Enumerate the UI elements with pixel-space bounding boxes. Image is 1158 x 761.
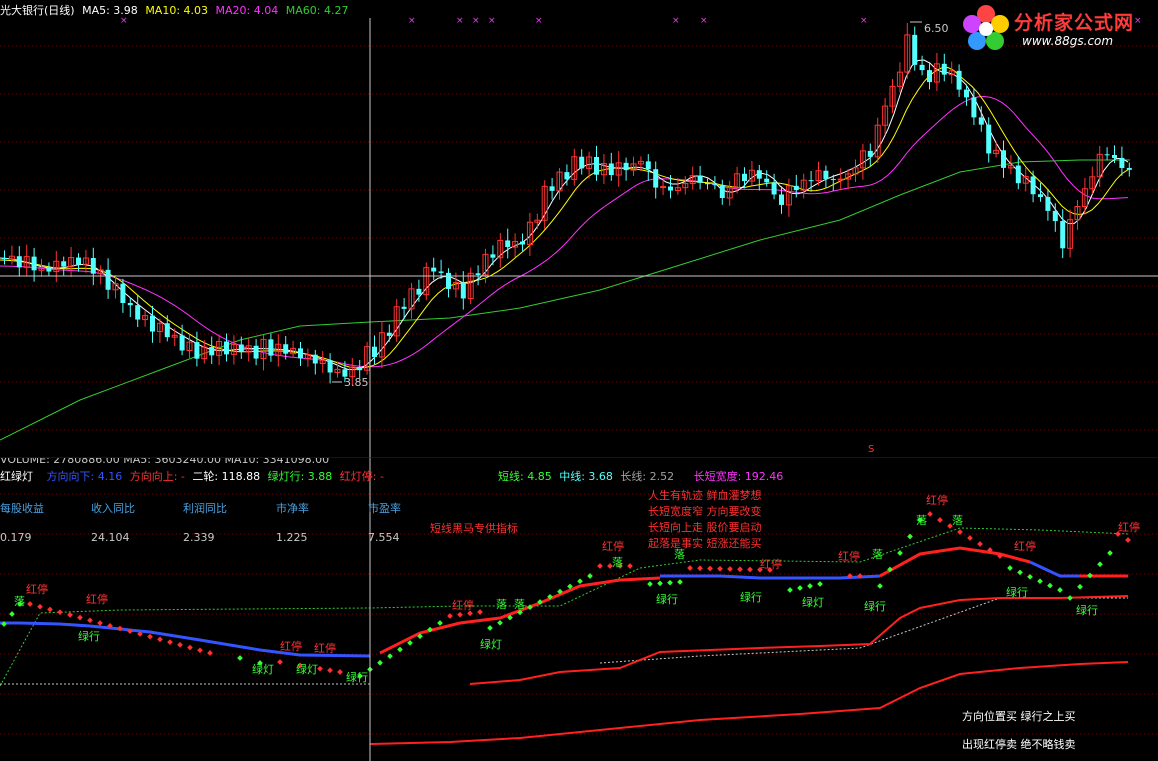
signal-green-go: 绿行 (346, 671, 368, 684)
high-price-label: 6.50 (924, 22, 949, 35)
svg-text:×: × (408, 16, 416, 26)
price-header: 光大银行(日线) MA5: 3.98 MA10: 4.03 MA20: 4.04… (0, 2, 352, 18)
site-logo: 分析家公式网 www.88gs.com (960, 4, 1156, 52)
indicator-name: 红绿灯 (0, 470, 33, 483)
fin-header-revenue: 收入同比 (91, 502, 135, 515)
note-line-3: 长短向上走 股价要启动 (648, 521, 762, 534)
footer-line-1: 方向位置买 绿行之上买 (962, 710, 1076, 723)
second-wheel: 二轮: 118.88 (192, 470, 261, 483)
indicator-header: 红绿灯 方向向下: 4.16 方向向上: - 二轮: 118.88 绿灯行: 3… (0, 468, 384, 484)
mid-line: 中线: 3.68 (559, 470, 613, 483)
signal-red-stop: 红停 (452, 599, 474, 612)
signal-green-go: 绿行 (740, 591, 762, 604)
signal-red-stop: 红停 (314, 642, 336, 655)
signal-green-go: 绿行 (1076, 604, 1098, 617)
fin-value-pb: 1.225 (276, 531, 308, 544)
signal-green-light: 绿灯 (480, 638, 502, 651)
signal-fall: 落 (952, 514, 963, 527)
fin-header-pe: 市盈率 (368, 502, 401, 515)
direction-up: 方向向上: - (129, 470, 185, 483)
svg-text:×: × (472, 16, 480, 26)
signal-green-light: 绿灯 (252, 663, 274, 676)
fin-value-revenue: 24.104 (91, 531, 130, 544)
signal-green-go: 绿行 (78, 630, 100, 643)
signal-green-light: 绿灯 (802, 596, 824, 609)
green-light-value: 绿灯行: 3.88 (267, 470, 333, 483)
svg-text:×: × (535, 16, 543, 26)
direction-down: 方向向下: 4.16 (46, 470, 123, 483)
signal-fall: 落 (916, 514, 927, 527)
signal-red-stop: 红停 (1118, 521, 1140, 534)
flower-logo-icon (963, 5, 1009, 50)
indicator-lines-header: 短线: 4.85 中线: 3.68 长线: 2.52 长短宽度: 192.46 (498, 468, 783, 484)
note-line-4: 起落是事实 短涨还能买 (648, 537, 762, 550)
low-price-label: 3.85 (344, 376, 369, 389)
ma5-label: MA5: 3.98 (82, 4, 138, 17)
signal-red-stop: 红停 (926, 494, 948, 507)
fin-value-pe: 7.554 (368, 531, 400, 544)
fin-header-profit: 利润同比 (183, 502, 227, 515)
svg-text:×: × (860, 16, 868, 26)
signal-red-stop: 红停 (86, 593, 108, 606)
signal-fall: 落 (514, 598, 525, 611)
signal-green-go: 绿行 (656, 593, 678, 606)
fin-value-profit: 2.339 (183, 531, 215, 544)
price-chart[interactable]: × × × × × × × × × × (0, 0, 1158, 458)
logo-name: 分析家公式网 (1014, 12, 1135, 34)
short-line: 短线: 4.85 (498, 470, 552, 483)
width-value: 长短宽度: 192.46 (693, 470, 784, 483)
long-line: 长线: 2.52 (620, 470, 675, 483)
signal-red-stop: 红停 (838, 550, 860, 563)
fin-header-pb: 市净率 (276, 502, 309, 515)
note-line-2: 长短宽度窄 方向要改变 (648, 505, 762, 518)
note-line-1: 人生有轨迹 鲜血灌梦想 (648, 489, 762, 502)
svg-text:×: × (456, 16, 464, 26)
fin-value-eps: 0.179 (0, 531, 32, 544)
footer-line-2: 出现红停卖 绝不略钱卖 (962, 738, 1076, 751)
signal-red-stop: 红停 (1014, 540, 1036, 553)
signal-red-stop: 红停 (280, 640, 302, 653)
signal-fall: 落 (674, 548, 685, 561)
signal-green-go: 绿行 (864, 600, 886, 613)
svg-text:×: × (488, 16, 496, 26)
signal-fall: 落 (14, 595, 25, 608)
ma20-label: MA20: 4.04 (215, 4, 279, 17)
signal-fall: 落 (496, 598, 507, 611)
signal-red-stop: 红停 (760, 558, 782, 571)
svg-text:×: × (672, 16, 680, 26)
s-marker: S (868, 444, 875, 455)
signal-red-stop: 红停 (26, 583, 48, 596)
signal-red-stop: 红停 (602, 540, 624, 553)
special-note: 短线黑马专供指标 (430, 522, 518, 535)
ma60-label: MA60: 4.27 (285, 4, 349, 17)
red-light-value: 红灯停: - (339, 470, 384, 483)
stock-title: 光大银行(日线) (0, 4, 75, 17)
signal-green-light: 绿灯 (296, 663, 318, 676)
signal-fall: 落 (612, 556, 623, 569)
svg-text:×: × (700, 16, 708, 26)
ma10-label: MA10: 4.03 (145, 4, 209, 17)
volume-header: VOLUME: 2780886.00 MA5: 3603240.00 MA10:… (0, 458, 330, 466)
logo-url: www.88gs.com (1022, 34, 1114, 48)
signal-fall: 落 (872, 548, 883, 561)
fin-header-eps: 每股收益 (0, 502, 44, 515)
signal-green-go: 绿行 (1006, 586, 1028, 599)
